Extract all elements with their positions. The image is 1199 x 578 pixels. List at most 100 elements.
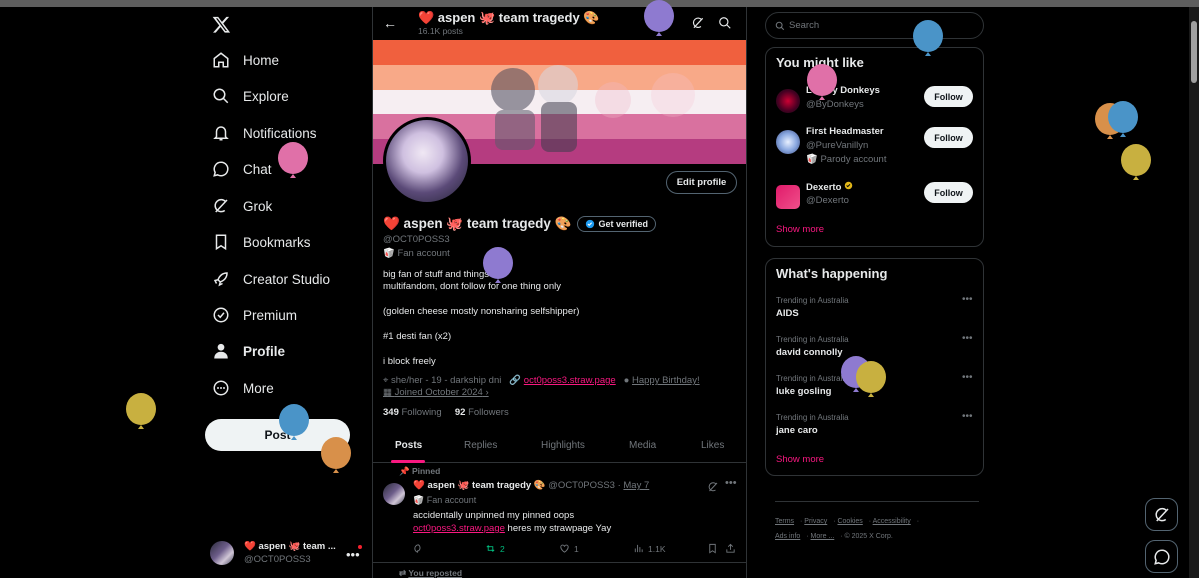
nav-premium[interactable]: Premium [200, 297, 297, 333]
grok-icon[interactable] [707, 481, 719, 493]
birthday-text[interactable]: Happy Birthday! [632, 375, 700, 386]
avatar[interactable] [383, 483, 405, 505]
footer-privacy[interactable]: Privacy [804, 518, 827, 525]
messages-fab-button[interactable] [1145, 540, 1178, 573]
show-more-link[interactable]: Show more [776, 454, 824, 465]
header-post-count: 16.1K posts [418, 26, 463, 36]
follow-button[interactable]: Follow [924, 86, 973, 107]
show-more-link[interactable]: Show more [776, 224, 824, 235]
nav-profile[interactable]: Profile [200, 333, 285, 369]
profile-avatar[interactable] [383, 117, 471, 205]
footer-more[interactable]: More ... [811, 533, 835, 540]
nav-label: Notifications [243, 125, 317, 141]
grok-icon [214, 198, 228, 213]
more-dots-icon[interactable]: ••• [962, 294, 973, 305]
reply-button[interactable] [413, 543, 424, 554]
suggestion-item[interactable]: Dexerto @Dexerto Follow [776, 179, 974, 215]
suggestion-item[interactable]: First Headmaster @PureVanillyn 🥡 Parody … [776, 124, 974, 165]
page-scrollbar[interactable] [1189, 7, 1199, 578]
retweet-count: 2 [500, 543, 505, 554]
nav-explore[interactable]: Explore [200, 78, 289, 114]
nav-chat[interactable]: Chat [200, 151, 272, 187]
footer-accessibility[interactable]: Accessibility [873, 518, 911, 525]
joined-date[interactable]: ▦ Joined October 2024 › [383, 387, 489, 398]
trend-item[interactable]: Trending in Australia jane caro ••• [776, 411, 974, 445]
more-dots-icon[interactable]: ••• [962, 333, 973, 344]
footer-ads-info[interactable]: Ads info [775, 533, 800, 540]
trend-item[interactable]: Trending in Australia AIDS ••• [776, 294, 974, 328]
tab-highlights[interactable]: Highlights [541, 440, 585, 451]
tab-replies[interactable]: Replies [464, 440, 497, 451]
trend-context: Trending in Australia [776, 296, 849, 305]
grok-fab-button[interactable] [1145, 498, 1178, 531]
bookmark-button[interactable] [707, 543, 718, 554]
footer-copyright: © 2025 X Corp. [844, 533, 893, 540]
following-link[interactable]: 349 Following [383, 407, 442, 418]
tab-media[interactable]: Media [629, 440, 656, 451]
tweet-link[interactable]: oct0poss3.straw.page [413, 523, 505, 534]
search-input[interactable]: Search [765, 12, 984, 39]
rocket-icon [213, 272, 228, 287]
grok-icon [1154, 507, 1169, 522]
tab-posts[interactable]: Posts [395, 440, 422, 451]
back-arrow-icon[interactable]: ← [383, 15, 397, 31]
nav-creator-studio[interactable]: Creator Studio [200, 261, 330, 297]
share-icon [726, 543, 735, 553]
search-placeholder: Search [789, 20, 820, 31]
profile-location: she/her - 19 - darkship dni [391, 375, 502, 386]
nav-grok[interactable]: Grok [200, 188, 272, 224]
more-dots-icon[interactable]: ••• [962, 411, 973, 422]
profile-handle: @OCT0POSS3 [383, 234, 450, 245]
balloon-decoration [278, 142, 308, 178]
suggestion-handle: @PureVanillyn [806, 140, 869, 151]
profile-account-badge: 🥡 Fan account [383, 248, 450, 259]
nav-home[interactable]: Home [200, 42, 279, 78]
follow-button[interactable]: Follow [924, 127, 973, 148]
nav-label: Explore [243, 88, 289, 104]
scrollbar-thumb[interactable] [1191, 21, 1197, 83]
views-button[interactable]: 1.1K [633, 543, 666, 554]
more-dots-icon[interactable]: ••• [962, 372, 973, 383]
follow-button[interactable]: Follow [924, 182, 973, 203]
x-logo-icon[interactable] [212, 15, 231, 34]
active-tab-indicator [391, 460, 425, 463]
grok-icon[interactable] [691, 16, 705, 30]
footer-cookies[interactable]: Cookies [837, 518, 862, 525]
trend-topic: luke gosling [776, 386, 832, 397]
pinned-label: 📌 Pinned [399, 466, 441, 476]
account-switcher[interactable]: ❤️ aspen 🐙 team ... @OCT0POSS3 ••• [210, 535, 370, 571]
more-circle-icon [213, 380, 229, 396]
notification-dot [358, 545, 362, 549]
profile-meta: ⌖ she/her - 19 - darkship dni 🔗 oct0poss… [383, 375, 700, 386]
reposted-label[interactable]: ⇄ You reposted [399, 568, 462, 578]
tweet-author[interactable]: ❤️ aspen 🐙 team tragedy 🎨 @OCT0POSS3 · M… [413, 480, 649, 491]
get-verified-button[interactable]: Get verified [577, 216, 657, 232]
balloon-decoration [1108, 101, 1138, 137]
search-icon[interactable] [718, 16, 732, 30]
balloon-decoration [913, 20, 943, 56]
joined-text: Joined October 2024 [394, 387, 483, 398]
nav-label: More [243, 380, 274, 396]
nav-label: Chat [243, 161, 272, 177]
like-button[interactable]: 1 [559, 543, 579, 554]
calendar-icon: ▦ [383, 387, 395, 398]
profile-link[interactable]: oct0poss3.straw.page [524, 375, 616, 386]
account-handle: @OCT0POSS3 [244, 554, 311, 565]
nav-bookmarks[interactable]: Bookmarks [200, 224, 311, 260]
footer-terms[interactable]: Terms [775, 518, 794, 525]
following-count: 349 [383, 407, 399, 418]
more-dots-icon[interactable]: ••• [725, 477, 737, 489]
search-icon [213, 88, 229, 104]
nav-more[interactable]: More [200, 370, 274, 406]
retweet-icon [486, 545, 495, 552]
parody-account-label: 🥡 Parody account [806, 154, 887, 165]
edit-profile-button[interactable]: Edit profile [666, 171, 737, 194]
divider [373, 562, 746, 563]
trend-context: Trending in Australia [776, 413, 849, 422]
followers-link[interactable]: 92 Followers [455, 407, 509, 418]
share-button[interactable] [725, 543, 736, 554]
retweet-button[interactable]: 2 [485, 543, 505, 554]
tab-likes[interactable]: Likes [701, 440, 724, 451]
tweet-date[interactable]: May 7 [623, 480, 649, 491]
retweet-icon: ⇄ [399, 568, 409, 578]
